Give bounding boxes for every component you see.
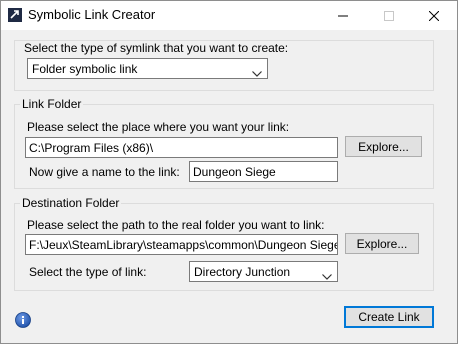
link-path-field[interactable] (25, 137, 338, 158)
destination-path-field[interactable] (25, 234, 338, 255)
title-bar[interactable]: Symbolic Link Creator (1, 1, 457, 30)
destination-path-input[interactable] (26, 235, 337, 254)
link-type-select[interactable]: Directory Junction (189, 261, 338, 282)
link-type-selected: Directory Junction (194, 265, 291, 279)
link-name-prompt: Now give a name to the link: (29, 165, 180, 179)
symlink-type-prompt: Select the type of symlink that you want… (24, 41, 289, 55)
app-icon (8, 8, 22, 22)
minimize-button[interactable] (320, 1, 366, 30)
symlink-type-select[interactable]: Folder symbolic link (27, 58, 268, 79)
close-button[interactable] (411, 1, 457, 30)
maximize-icon (384, 10, 394, 21)
link-folder-title: Link Folder (20, 97, 84, 111)
close-icon (429, 10, 439, 21)
link-type-prompt: Select the type of link: (29, 265, 147, 279)
maximize-button (366, 1, 412, 30)
destination-folder-title: Destination Folder (20, 196, 122, 210)
link-place-prompt: Please select the place where you want y… (27, 120, 290, 134)
link-name-input[interactable] (190, 162, 337, 181)
destination-path-prompt: Please select the path to the real folde… (27, 218, 325, 232)
window-title: Symbolic Link Creator (28, 7, 156, 22)
link-explore-button[interactable]: Explore... (345, 136, 422, 157)
create-link-button[interactable]: Create Link (344, 306, 434, 328)
symlink-type-selected: Folder symbolic link (32, 62, 138, 76)
info-icon[interactable] (15, 312, 31, 328)
link-path-input[interactable] (26, 138, 337, 157)
chevron-down-icon (322, 269, 332, 280)
chevron-down-icon (252, 66, 262, 77)
link-name-field[interactable] (189, 161, 338, 182)
symlink-type-group: Select the type of symlink that you want… (14, 40, 434, 91)
minimize-icon (338, 11, 348, 21)
app-window: Symbolic Link Creator Select the type of… (0, 0, 458, 344)
destination-explore-button[interactable]: Explore... (345, 233, 419, 254)
